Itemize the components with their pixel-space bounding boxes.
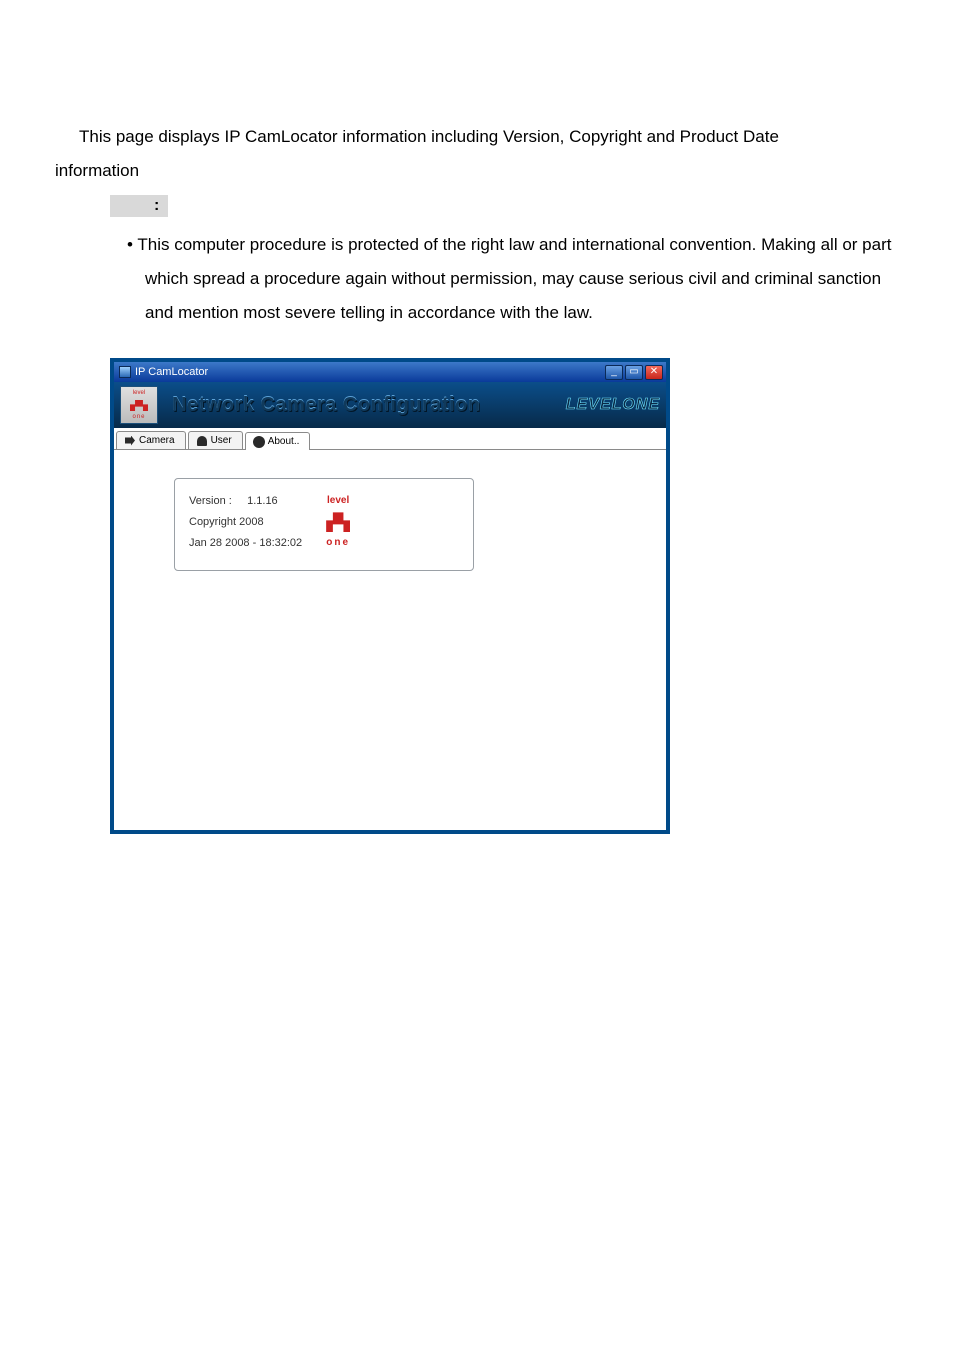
window-titlebar: IP CamLocator _ ▭ ✕ [114,362,666,382]
card-logo-top: level [327,491,349,511]
intro-line-1: This page displays IP CamLocator informa… [55,120,899,154]
tab-strip: Camera User About.. [114,428,666,450]
intro-line-2: information [55,154,899,188]
gear-icon [254,437,264,447]
version-label: Version : [189,495,232,507]
card-logo-bottom: one [326,533,350,553]
close-button[interactable]: ✕ [645,365,663,380]
bullet-line-2: which spread a procedure again without p… [127,262,899,296]
build-datetime: Jan 28 2008 - 18:32:02 [189,533,302,554]
version-row: Version : 1.1.16 [189,491,302,512]
version-value: 1.1.16 [247,495,278,507]
app-window: IP CamLocator _ ▭ ✕ level one Network Ca… [110,358,670,834]
brand-label: LEVELONE [540,389,660,421]
tab-user[interactable]: User [188,431,243,449]
window-title: IP CamLocator [135,361,208,383]
app-icon [119,366,131,378]
camera-icon [125,436,135,446]
note-bullet: This computer procedure is protected of … [127,228,899,330]
tab-about[interactable]: About.. [245,432,311,450]
bullet-line-1: This computer procedure is protected of … [127,228,899,262]
banner-title: Network Camera Configuration [158,385,540,425]
note-heading: : [110,195,168,217]
tab-about-label: About.. [268,432,300,452]
tab-camera-label: Camera [139,431,175,451]
content-area: Version : 1.1.16 Copyright 2008 Jan 28 2… [114,450,666,830]
minimize-button[interactable]: _ [605,365,623,380]
tab-user-label: User [211,431,232,451]
bullet-line-3: and mention most severe telling in accor… [127,296,899,330]
user-icon [197,436,207,446]
copyright-text: Copyright 2008 [189,512,302,533]
about-card: Version : 1.1.16 Copyright 2008 Jan 28 2… [174,478,474,571]
card-logo-icon: level one [326,491,350,553]
tab-camera[interactable]: Camera [116,431,186,449]
maximize-button[interactable]: ▭ [625,365,643,380]
banner: level one Network Camera Configuration L… [114,382,666,428]
logo-icon: level one [120,386,158,424]
